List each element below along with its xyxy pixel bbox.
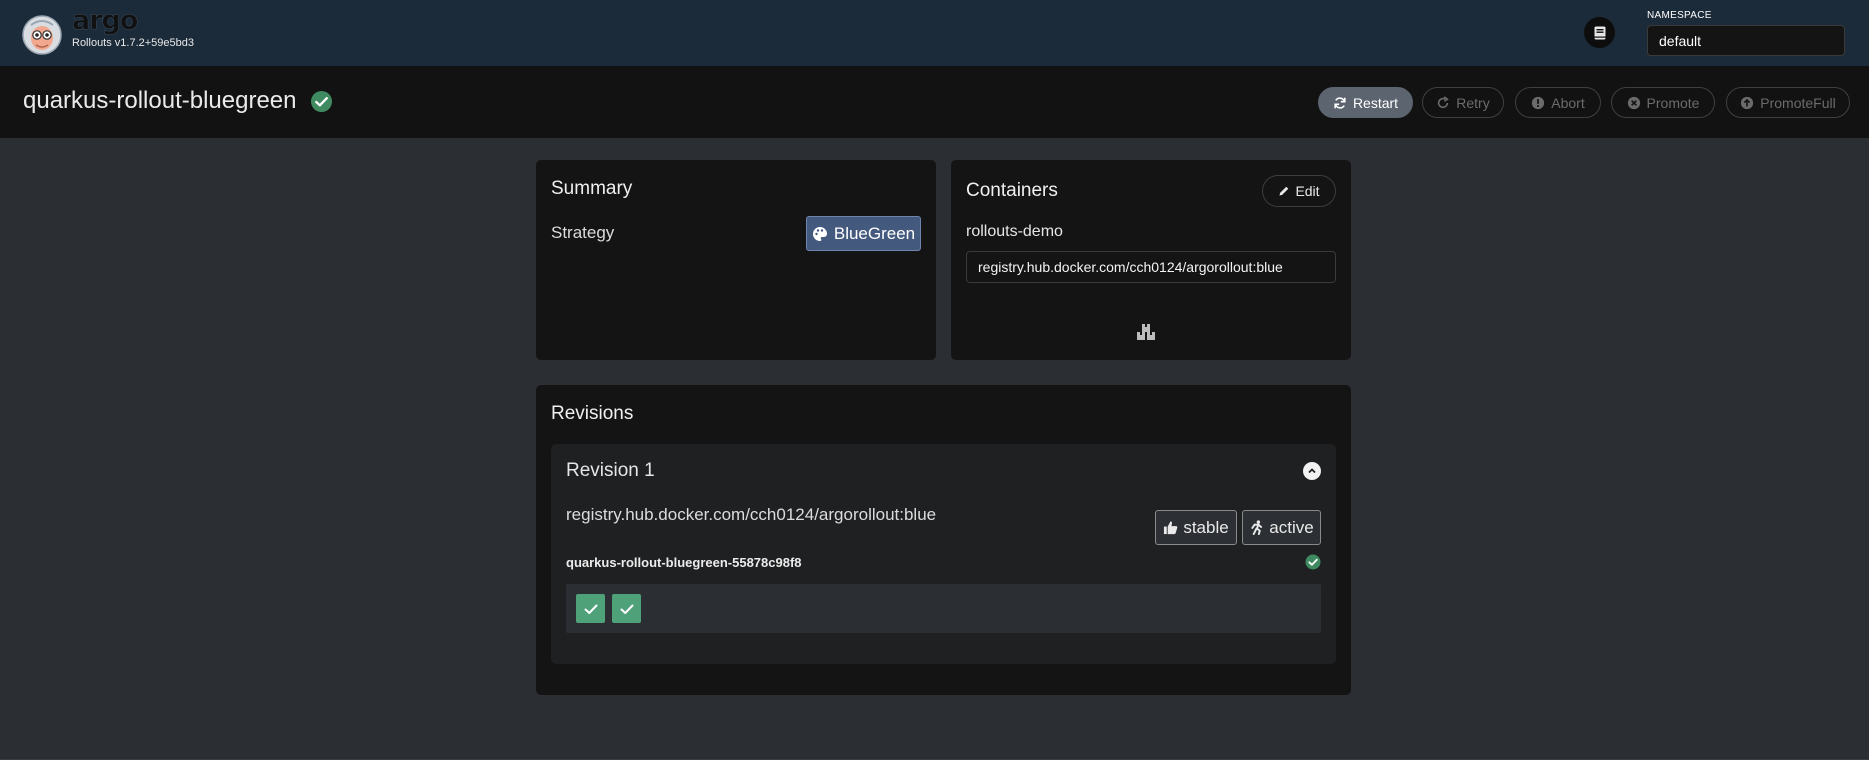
brand: argo Rollouts v1.7.2+59e5bd3 [72, 5, 195, 49]
docs-button[interactable] [1584, 17, 1615, 48]
abort-label: Abort [1551, 94, 1585, 111]
redo-icon [1438, 95, 1449, 108]
promote-full-button[interactable]: PromoteFull [1726, 87, 1850, 118]
arrow-circle-up-icon [1741, 96, 1754, 109]
sync-icon [1334, 96, 1346, 109]
check-icon [584, 604, 597, 614]
revision-title: Revision 1 [566, 460, 655, 481]
retry-button[interactable]: Retry [1422, 87, 1504, 118]
replicaset-name: quarkus-rollout-bluegreen-55878c98f8 [566, 555, 802, 570]
strategy-badge: BlueGreen [806, 216, 921, 251]
chevron-up-icon [1308, 468, 1316, 474]
revisions-title: Revisions [551, 403, 634, 424]
namespace-label: NAMESPACE [1647, 10, 1712, 21]
stable-tag: stable [1155, 510, 1237, 545]
active-tag: active [1242, 510, 1321, 545]
thumbs-up-icon [1164, 521, 1178, 535]
promote-label: Promote [1646, 94, 1700, 111]
strategy-value: BlueGreen [833, 223, 916, 243]
restart-button[interactable]: Restart [1318, 87, 1413, 118]
abort-button[interactable]: Abort [1515, 87, 1601, 118]
check-icon [620, 604, 633, 614]
retry-label: Retry [1456, 94, 1490, 111]
running-icon [1251, 520, 1263, 535]
exclamation-circle-icon [1532, 96, 1545, 109]
book-icon [1594, 26, 1605, 39]
healthy-status-icon [310, 90, 333, 113]
collapse-revision-button[interactable] [1303, 462, 1321, 480]
edit-containers-button[interactable]: Edit [1262, 175, 1336, 207]
revision-image: registry.hub.docker.com/cch0124/argoroll… [566, 505, 937, 524]
argo-octopus-icon [22, 15, 62, 55]
strategy-label: Strategy [551, 223, 615, 242]
pencil-icon [1279, 186, 1289, 196]
summary-title: Summary [551, 178, 633, 199]
pods-strip [566, 584, 1321, 633]
page-title: quarkus-rollout-bluegreen [23, 87, 297, 114]
containers-title: Containers [966, 180, 1058, 201]
edit-label: Edit [1295, 183, 1320, 199]
container-name: rollouts-demo [966, 223, 1063, 240]
replicaset-healthy-icon [1305, 554, 1321, 570]
pod-status[interactable] [576, 594, 605, 623]
argo-logo[interactable] [22, 15, 62, 55]
container-image-input[interactable] [966, 251, 1336, 283]
brand-name: argo [72, 5, 139, 36]
namespace-input[interactable] [1647, 25, 1845, 56]
boxes-icon[interactable] [1136, 322, 1156, 342]
pod-status[interactable] [612, 594, 641, 623]
stable-tag-label: stable [1183, 517, 1229, 537]
promote-button[interactable]: Promote [1611, 87, 1715, 118]
promote-full-label: PromoteFull [1760, 94, 1836, 111]
version-label: Rollouts v1.7.2+59e5bd3 [72, 37, 195, 49]
restart-label: Restart [1352, 94, 1399, 111]
top-header: argo Rollouts v1.7.2+59e5bd3 NAMESPACE [0, 0, 1869, 66]
active-tag-label: active [1269, 517, 1314, 537]
times-circle-icon [1627, 96, 1640, 109]
palette-icon [812, 226, 827, 241]
